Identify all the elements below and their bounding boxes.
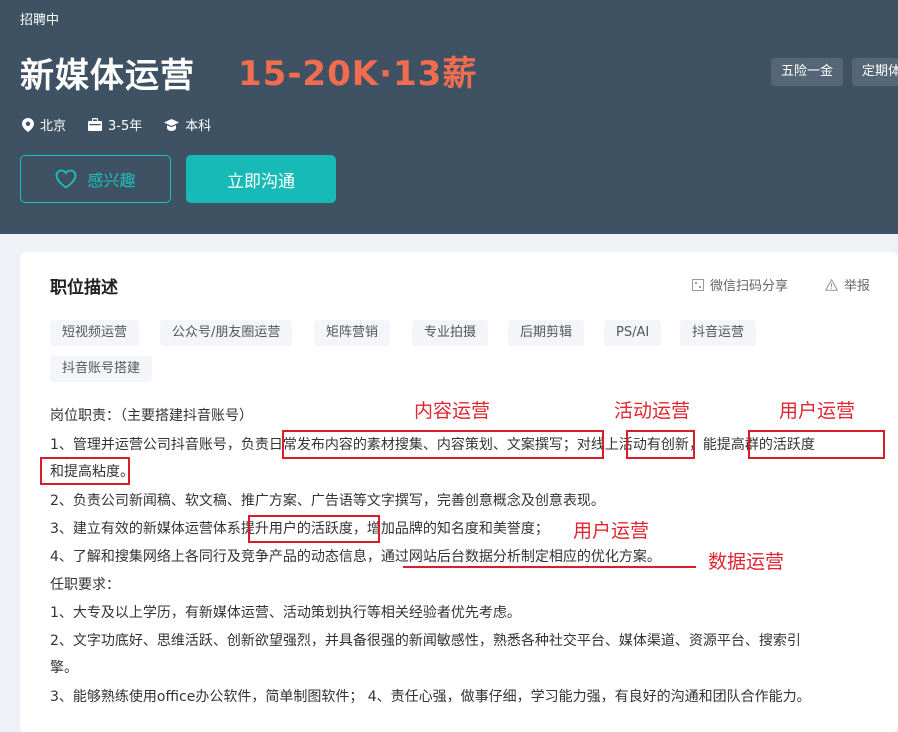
- desc-line: 1、大专及以上学历，有新媒体运营、活动策划执行等相关经验者优先考虑。: [50, 605, 521, 621]
- desc-line: 3、能够熟练使用office办公软件，简单制图软件； 4、责任心强，做事仔细，学…: [50, 689, 811, 705]
- skill-tag: 后期剪辑: [508, 320, 585, 346]
- education: 本科: [164, 115, 211, 134]
- job-meta: 北京 3-5年 本科: [22, 115, 233, 134]
- interest-label: 感兴趣: [87, 171, 136, 190]
- benefit-tag: 定期体: [852, 58, 898, 86]
- location-text: 北京: [40, 119, 67, 134]
- annotation-label: 活动运营: [614, 400, 691, 422]
- skill-tag: PS/AI: [604, 320, 662, 346]
- qr-code-icon: [692, 278, 704, 291]
- skill-tag: 短视频运营: [50, 320, 140, 346]
- benefit-tag: 五险一金: [771, 58, 844, 86]
- location: 北京: [22, 115, 66, 134]
- report-label: 举报: [844, 279, 871, 294]
- experience: 3-5年: [88, 115, 142, 134]
- warning-icon: [825, 278, 838, 291]
- annotation-label: 用户运营: [573, 520, 650, 542]
- chat-now-button[interactable]: 立即沟通: [186, 155, 336, 203]
- location-pin-icon: [22, 117, 34, 132]
- job-header: 招聘中 新媒体运营 15-20K·13薪 五险一金 定期体 北京 3-5年 本科…: [0, 0, 898, 234]
- skill-tag: 抖音账号搭建: [50, 356, 153, 382]
- report-button[interactable]: 举报: [825, 275, 870, 294]
- annotation-box-activity: [626, 430, 695, 459]
- job-title: 新媒体运营: [20, 56, 195, 96]
- heart-icon: [56, 169, 77, 189]
- annotation-label: 数据运营: [708, 551, 785, 573]
- interest-button[interactable]: 感兴趣: [20, 155, 171, 203]
- annotation-box-user: [40, 457, 130, 485]
- skill-tag: 专业拍摄: [412, 320, 489, 346]
- desc-line: 擎。: [50, 660, 78, 676]
- annotation-box-user: [748, 430, 885, 459]
- section-title: 职位描述: [50, 278, 118, 298]
- experience-text: 3-5年: [108, 119, 143, 134]
- annotation-label: 用户运营: [779, 400, 856, 422]
- desc-line: 2、文字功底好、思维活跃、创新欲望强烈，并具备很强的新闻敏感性，熟悉各种社交平台…: [50, 633, 801, 649]
- job-description-card: 职位描述 微信扫码分享 举报 短视频运营 公众号/朋友圈运营 矩阵营销 专业拍摄…: [20, 252, 898, 732]
- wechat-share-button[interactable]: 微信扫码分享: [692, 275, 788, 294]
- skill-tag: 矩阵营销: [314, 320, 391, 346]
- annotation-box-user-2: [248, 515, 380, 543]
- skill-tag: 抖音运营: [680, 320, 757, 346]
- graduation-cap-icon: [164, 118, 180, 131]
- desc-line: 任职要求：: [50, 577, 120, 593]
- education-text: 本科: [185, 119, 212, 134]
- desc-line: 岗位职责：（主要搭建抖音账号）: [50, 408, 253, 424]
- job-status: 招聘中: [20, 13, 60, 28]
- skill-tag: 公众号/朋友圈运营: [160, 320, 293, 346]
- annotation-underline-data: [403, 566, 696, 568]
- desc-line: 2、负责公司新闻稿、软文稿、推广方案、广告语等文字撰写，完善创意概念及创意表现。: [50, 493, 605, 509]
- salary: 15-20K·13薪: [238, 54, 478, 94]
- annotation-label: 内容运营: [414, 400, 491, 422]
- briefcase-icon: [88, 118, 103, 131]
- annotation-box-content: [282, 430, 604, 459]
- share-label: 微信扫码分享: [710, 279, 789, 294]
